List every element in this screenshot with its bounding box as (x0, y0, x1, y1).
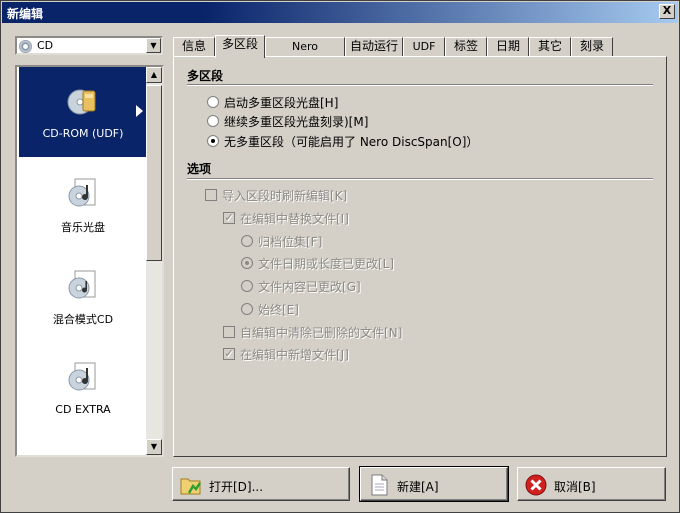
cancel-button[interactable]: 取消[B] (517, 467, 666, 501)
mixed-mode-cd-icon (68, 270, 96, 299)
option-label: 始终[E] (258, 303, 299, 317)
radio-indicator[interactable] (241, 235, 253, 247)
new-button-label: 新建[A] (397, 480, 439, 494)
checkbox-indicator[interactable] (205, 189, 217, 201)
disc-type-combo[interactable]: CD ▼ (15, 36, 163, 55)
disc-type-value: CD (37, 39, 54, 52)
list-item-cd-rom-udf[interactable]: CD-ROM (UDF) (19, 67, 147, 157)
open-button-label: 打开[D]... (209, 480, 264, 494)
new-button[interactable]: 新建[A] (359, 466, 509, 502)
caret-right-icon (136, 105, 143, 117)
tab-autorun[interactable]: 自动运行 (345, 37, 403, 57)
tab-info[interactable]: 信息 (173, 37, 215, 57)
compilation-type-list[interactable]: CD-ROM (UDF) 音乐光盘 混合模式CD CD EXTRA ▲ ▼ (15, 65, 164, 457)
checkbox-indicator[interactable] (223, 326, 235, 338)
open-folder-icon (180, 478, 202, 495)
list-item-cd-extra[interactable]: CD EXTRA (19, 343, 147, 433)
radio-indicator[interactable] (241, 303, 253, 315)
cancel-icon (525, 474, 547, 496)
option-label: 在编辑中新增文件[J] (240, 348, 349, 362)
multisession-panel: 多区段 启动多重区段光盘[H] 继续多重区段光盘刻录)[M] 无多重区段（可能启… (173, 56, 667, 457)
option-label: 在编辑中替换文件[I] (240, 212, 349, 226)
tab-udf[interactable]: UDF (403, 37, 445, 57)
option-label: 自编辑中清除已删除的文件[N] (240, 326, 403, 340)
tab-date[interactable]: 日期 (487, 37, 529, 57)
cd-extra-icon (68, 362, 96, 391)
multisession-heading: 多区段 (187, 69, 224, 83)
cancel-button-label: 取消[B] (554, 480, 596, 494)
divider (187, 178, 653, 180)
title-bar: 新编辑 X (2, 2, 678, 23)
tab-multisession[interactable]: 多区段 (215, 35, 265, 58)
list-scrollbar[interactable]: ▲ ▼ (146, 67, 162, 455)
radio-indicator[interactable] (207, 115, 219, 127)
new-document-icon (371, 474, 388, 496)
option-label: 归档位集[F] (258, 235, 323, 249)
option-label: 文件内容已更改[G] (258, 280, 361, 294)
options-heading: 选项 (187, 162, 212, 176)
option-label: 文件日期或长度已更改[L] (258, 257, 395, 271)
checkbox-indicator[interactable]: ✓ (223, 212, 235, 224)
scroll-thumb[interactable] (146, 85, 162, 261)
scroll-up-button[interactable]: ▲ (146, 67, 162, 83)
list-item-label: 混合模式CD (52, 313, 114, 326)
list-item-label: 音乐光盘 (61, 221, 105, 234)
tab-burn[interactable]: 刻录 (571, 37, 613, 57)
radio-indicator[interactable] (241, 257, 253, 269)
open-button[interactable]: 打开[D]... (172, 467, 350, 501)
chevron-down-icon[interactable]: ▼ (146, 38, 161, 53)
radio-indicator[interactable] (207, 96, 219, 108)
tab-misc[interactable]: 其它 (529, 37, 571, 57)
checkbox-indicator[interactable]: ✓ (223, 348, 235, 360)
list-item-label: CD-ROM (UDF) (42, 127, 124, 140)
new-compilation-window: 新编辑 X CD ▼ CD-ROM (UDF) 音乐光盘 混合模式CD CD E… (0, 0, 680, 513)
option-label: 导入区段时刷新编辑[K] (222, 189, 348, 203)
disc-icon (19, 40, 32, 53)
list-item-mixed-mode-cd[interactable]: 混合模式CD (19, 251, 147, 341)
divider (187, 84, 653, 86)
option-label: 无多重区段（可能启用了 Nero DiscSpan[O]） (224, 135, 479, 149)
tab-nero-discspan[interactable]: Nero DiscSpan (265, 37, 345, 70)
radio-indicator[interactable] (207, 135, 219, 147)
radio-indicator[interactable] (241, 280, 253, 292)
option-label: 启动多重区段光盘[H] (224, 96, 339, 110)
option-label: 继续多重区段光盘刻录)[M] (224, 115, 369, 129)
scroll-down-button[interactable]: ▼ (146, 439, 162, 455)
list-item-audio-cd[interactable]: 音乐光盘 (19, 159, 147, 249)
window-title: 新编辑 (7, 7, 44, 21)
close-button[interactable]: X (659, 4, 675, 19)
cd-rom-udf-icon (67, 89, 96, 115)
list-item-label: CD EXTRA (55, 403, 111, 416)
audio-cd-icon (68, 178, 96, 207)
tab-label[interactable]: 标签 (445, 37, 487, 57)
